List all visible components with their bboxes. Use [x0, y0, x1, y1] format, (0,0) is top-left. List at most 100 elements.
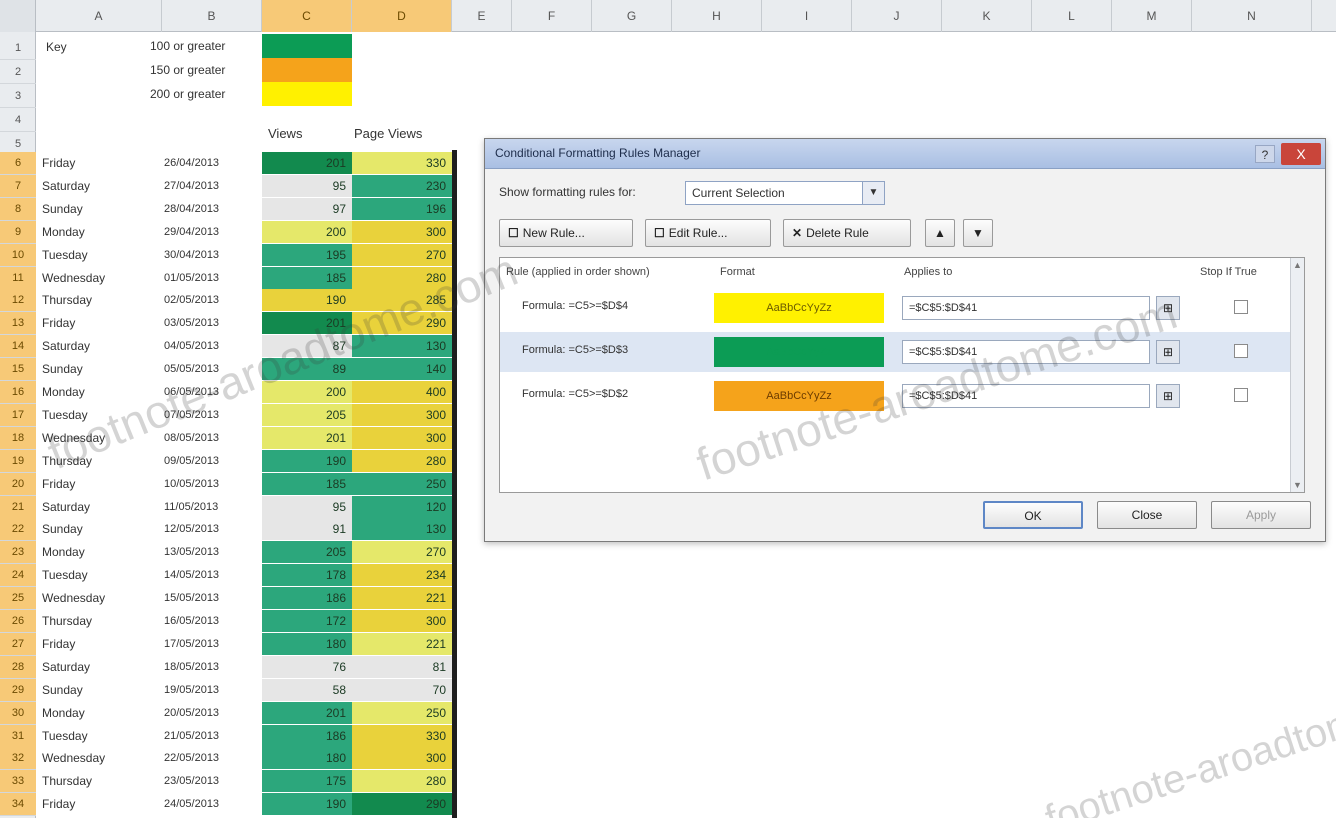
column-header[interactable]: M — [1112, 0, 1192, 32]
page-views-cell[interactable]: 221 — [352, 587, 452, 610]
views-cell[interactable]: 97 — [262, 197, 352, 220]
date-cell[interactable]: 02/05/2013 — [164, 289, 260, 311]
row-header[interactable]: 30 — [0, 701, 36, 725]
row-header[interactable]: 32 — [0, 747, 36, 771]
edit-rule-button[interactable]: ☐ Edit Rule... — [645, 219, 771, 247]
views-cell[interactable]: 201 — [262, 701, 352, 724]
views-cell[interactable]: 95 — [262, 174, 352, 197]
move-up-button[interactable]: ▲ — [925, 219, 955, 247]
views-cell[interactable]: 200 — [262, 381, 352, 403]
delete-rule-button[interactable]: ✕ Delete Rule — [783, 219, 911, 247]
views-cell[interactable]: 205 — [262, 403, 352, 426]
select-all-corner[interactable] — [0, 0, 36, 32]
views-cell[interactable]: 201 — [262, 152, 352, 174]
date-cell[interactable]: 11/05/2013 — [164, 496, 260, 518]
date-cell[interactable]: 07/05/2013 — [164, 404, 260, 426]
row-header[interactable]: 27 — [0, 632, 36, 656]
date-cell[interactable]: 21/05/2013 — [164, 725, 260, 747]
row-header[interactable]: 12 — [0, 289, 36, 313]
row-header[interactable]: 31 — [0, 724, 36, 748]
row-header[interactable]: 11 — [0, 266, 36, 290]
column-header[interactable]: H — [672, 0, 762, 32]
stop-if-true-checkbox[interactable] — [1234, 388, 1248, 402]
row-header[interactable]: 22 — [0, 518, 36, 542]
row-header[interactable]: 8 — [0, 197, 36, 221]
column-header[interactable]: K — [942, 0, 1032, 32]
range-picker-icon[interactable]: ⊞ — [1156, 384, 1180, 408]
day-cell[interactable]: Friday — [42, 473, 160, 495]
day-cell[interactable]: Monday — [42, 221, 160, 243]
ok-button[interactable]: OK — [983, 501, 1083, 529]
views-cell[interactable]: 186 — [262, 724, 352, 747]
date-cell[interactable]: 23/05/2013 — [164, 770, 260, 792]
day-cell[interactable]: Friday — [42, 633, 160, 655]
row-header[interactable]: 13 — [0, 312, 36, 336]
page-views-cell[interactable]: 300 — [352, 220, 452, 243]
day-cell[interactable]: Monday — [42, 381, 160, 403]
day-cell[interactable]: Friday — [42, 312, 160, 334]
range-picker-icon[interactable]: ⊞ — [1156, 296, 1180, 320]
views-cell[interactable]: 175 — [262, 770, 352, 793]
date-cell[interactable]: 24/05/2013 — [164, 793, 260, 815]
day-cell[interactable]: Wednesday — [42, 747, 160, 769]
date-cell[interactable]: 04/05/2013 — [164, 335, 260, 357]
day-cell[interactable]: Sunday — [42, 358, 160, 380]
page-views-cell[interactable]: 300 — [352, 747, 452, 770]
row-header[interactable]: 33 — [0, 770, 36, 794]
day-cell[interactable]: Tuesday — [42, 244, 160, 266]
column-header[interactable]: G — [592, 0, 672, 32]
views-cell[interactable]: 190 — [262, 449, 352, 472]
day-cell[interactable]: Tuesday — [42, 725, 160, 747]
views-cell[interactable]: 200 — [262, 220, 352, 243]
date-cell[interactable]: 12/05/2013 — [164, 518, 260, 540]
row-header[interactable]: 18 — [0, 426, 36, 450]
day-cell[interactable]: Friday — [42, 793, 160, 815]
range-picker-icon[interactable]: ⊞ — [1156, 340, 1180, 364]
page-views-cell[interactable]: 280 — [352, 449, 452, 472]
day-cell[interactable]: Thursday — [42, 289, 160, 311]
rules-scrollbar[interactable]: ▲ ▼ — [1290, 258, 1304, 492]
page-views-cell[interactable]: 400 — [352, 381, 452, 403]
close-icon[interactable]: X — [1281, 143, 1321, 165]
views-cell[interactable]: 201 — [262, 312, 352, 335]
chevron-down-icon[interactable]: ▼ — [862, 182, 884, 204]
page-views-cell[interactable]: 270 — [352, 541, 452, 564]
page-views-cell[interactable]: 330 — [352, 724, 452, 747]
page-views-cell[interactable]: 140 — [352, 358, 452, 381]
date-cell[interactable]: 01/05/2013 — [164, 267, 260, 289]
day-cell[interactable]: Friday — [42, 152, 160, 174]
page-views-cell[interactable]: 300 — [352, 403, 452, 426]
day-cell[interactable]: Monday — [42, 541, 160, 563]
views-cell[interactable]: 89 — [262, 358, 352, 381]
day-cell[interactable]: Sunday — [42, 679, 160, 701]
page-views-cell[interactable]: 330 — [352, 152, 452, 174]
row-header[interactable]: 14 — [0, 335, 36, 359]
day-cell[interactable]: Sunday — [42, 518, 160, 540]
column-header[interactable]: D — [352, 0, 452, 32]
row-header[interactable]: 21 — [0, 495, 36, 519]
column-header[interactable]: I — [762, 0, 852, 32]
scroll-up-icon[interactable]: ▲ — [1293, 260, 1302, 270]
row-header[interactable]: 29 — [0, 678, 36, 702]
rule-row[interactable]: Formula: =C5>=$D$4 AaBbCcYyZz =$C$5:$D$41 ⊞ — [500, 288, 1290, 328]
page-views-cell[interactable]: 221 — [352, 632, 452, 655]
page-views-cell[interactable]: 81 — [352, 655, 452, 678]
page-views-cell[interactable]: 285 — [352, 289, 452, 312]
row-header[interactable]: 19 — [0, 449, 36, 473]
page-views-cell[interactable]: 196 — [352, 197, 452, 220]
stop-if-true-checkbox[interactable] — [1234, 344, 1248, 358]
date-cell[interactable]: 18/05/2013 — [164, 656, 260, 678]
page-views-cell[interactable]: 250 — [352, 472, 452, 495]
new-rule-button[interactable]: ☐ New Rule... — [499, 219, 633, 247]
page-views-cell[interactable]: 300 — [352, 426, 452, 449]
row-header[interactable]: 28 — [0, 655, 36, 679]
date-cell[interactable]: 28/04/2013 — [164, 198, 260, 220]
page-views-cell[interactable]: 230 — [352, 174, 452, 197]
views-cell[interactable]: 91 — [262, 518, 352, 541]
views-cell[interactable]: 185 — [262, 266, 352, 289]
page-views-cell[interactable]: 290 — [352, 312, 452, 335]
date-cell[interactable]: 27/04/2013 — [164, 175, 260, 197]
row-header[interactable]: 24 — [0, 564, 36, 588]
column-header[interactable]: A — [36, 0, 162, 32]
help-button[interactable]: ? — [1255, 145, 1275, 163]
